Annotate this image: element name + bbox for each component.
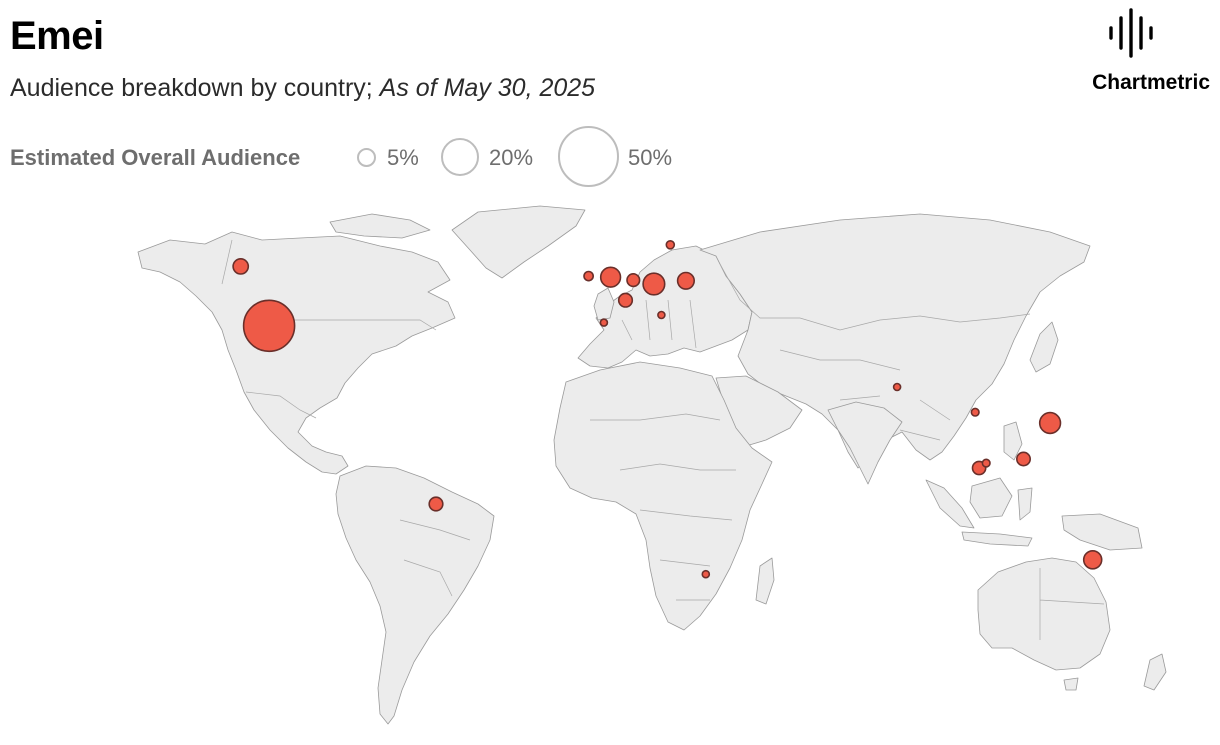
landmass-australia [977, 557, 1111, 671]
audience-bubble[interactable] [642, 272, 666, 296]
landmass-new-zealand [1143, 653, 1167, 691]
audience-bubble[interactable] [1038, 411, 1062, 435]
landmass-japan [1029, 321, 1059, 373]
page-title: Emei [10, 14, 104, 58]
audience-bubble[interactable] [892, 382, 902, 392]
audience-bubble[interactable] [626, 273, 641, 288]
audience-bubble[interactable] [617, 292, 634, 308]
brand-logo: Chartmetric [1070, 8, 1210, 98]
audience-bubble[interactable] [676, 271, 696, 290]
legend-label-5: 5% [387, 145, 419, 170]
as-of-date: As of May 30, 2025 [379, 74, 596, 102]
subtitle-text: Audience breakdown by country; [10, 74, 380, 102]
brand-name: Chartmetric [1092, 71, 1210, 94]
audience-bubble[interactable] [1015, 451, 1031, 467]
world-map [0, 195, 1220, 740]
landmass-uk [593, 287, 615, 321]
landmass-new-guinea [1061, 513, 1143, 551]
landmass-borneo [969, 477, 1013, 519]
legend-label-20: 20% [489, 145, 534, 170]
audience-bubble[interactable] [599, 318, 609, 327]
landmass-greenland [451, 205, 586, 279]
audience-bubble[interactable] [657, 310, 666, 320]
audience-bubble[interactable] [1082, 549, 1103, 570]
audience-bubble[interactable] [970, 407, 980, 417]
audience-bubble[interactable] [665, 240, 676, 250]
legend-circle-50 [558, 126, 619, 187]
landmass-sulawesi [1017, 487, 1033, 521]
landmass-madagascar [755, 557, 775, 605]
audience-bubble[interactable] [232, 257, 250, 275]
landmass-north-america [137, 231, 456, 475]
legend-circle-20 [441, 138, 479, 176]
map-canvas [137, 205, 1167, 725]
legend-label-50: 50% [628, 145, 673, 170]
size-legend: Estimated Overall Audience 5% 20% 50% [10, 126, 710, 190]
landmass-sumatra [925, 479, 975, 529]
landmass-south-america [335, 465, 495, 725]
landmass-tasmania [1063, 677, 1079, 691]
audience-bubble[interactable] [583, 270, 594, 282]
soundwave-icon [1109, 8, 1153, 58]
page-subtitle: Audience breakdown by country; As of May… [10, 74, 595, 103]
audience-bubble[interactable] [599, 266, 622, 288]
legend-circle-5 [357, 148, 376, 167]
audience-bubble[interactable] [981, 458, 991, 468]
legend-title: Estimated Overall Audience [10, 145, 301, 170]
landmass-arctic-islands [329, 213, 431, 239]
audience-bubble[interactable] [242, 299, 296, 353]
landmass-java [961, 531, 1033, 547]
audience-bubble[interactable] [428, 496, 444, 512]
landmass-india [827, 401, 903, 485]
audience-bubble[interactable] [701, 569, 711, 579]
